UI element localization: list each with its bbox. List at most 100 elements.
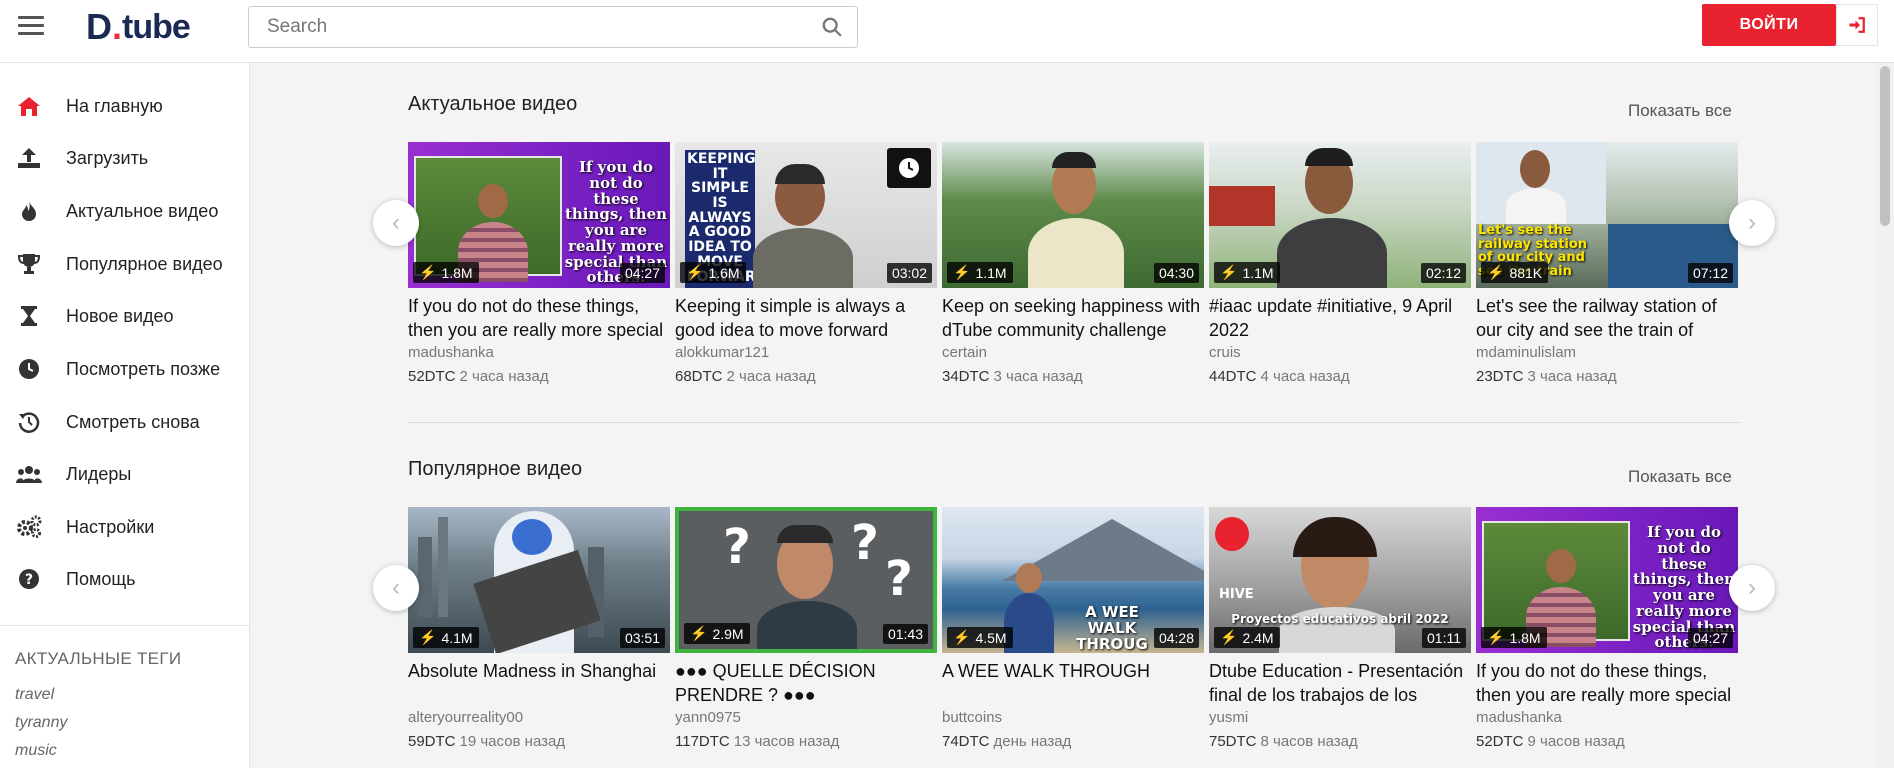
sidebar-item-label: Актуальное видео <box>66 200 219 221</box>
video-thumbnail[interactable]: Let's see the railway station of our cit… <box>1476 142 1738 288</box>
video-card[interactable]: ⚡ 4.1M 03:51 Absolute Madness in Shanghai… <box>408 507 670 750</box>
video-card[interactable]: KEEPING IT SIMPLE IS ALWAYS A GOOD IDEA … <box>675 142 937 385</box>
sidebar-item-home[interactable]: На главную <box>0 81 250 131</box>
video-thumbnail[interactable]: ⚡ 4.1M 03:51 <box>408 507 670 653</box>
carousel-prev-button[interactable]: ‹ <box>373 565 419 611</box>
video-title[interactable]: Keeping it simple is always a good idea … <box>675 294 937 342</box>
sidebar-item-label: Посмотреть позже <box>66 358 221 379</box>
video-title[interactable]: ●●● QUELLE DÉCISION PRENDRE ? ●●● <box>675 659 937 707</box>
sidebar-item-popular[interactable]: Популярное видео <box>0 239 250 289</box>
video-thumbnail[interactable]: ⚡ 1.1M 04:30 <box>942 142 1204 288</box>
menu-icon[interactable] <box>18 16 44 38</box>
video-meta: 52DTC 2 часа назад <box>408 368 670 385</box>
tag-link[interactable]: tyranny <box>15 714 67 732</box>
search-input[interactable] <box>267 7 807 47</box>
section-divider <box>408 422 1741 423</box>
sidebar-divider <box>0 625 250 626</box>
video-author[interactable]: cruis <box>1209 344 1471 366</box>
sidebar-item-trending[interactable]: Актуальное видео <box>0 186 250 236</box>
sidebar-item-new[interactable]: Новое видео <box>0 291 250 341</box>
thumbnail-overlay-text: Proyectos educativos abril 2022 <box>1231 612 1449 626</box>
video-author[interactable]: yusmi <box>1209 709 1471 731</box>
video-author[interactable]: madushanka <box>1476 709 1738 731</box>
video-time: 3 часа назад <box>1527 368 1617 385</box>
video-title[interactable]: Dtube Education - Presentación final de … <box>1209 659 1471 707</box>
clock-icon <box>899 158 919 178</box>
upload-icon <box>16 145 42 171</box>
duration-badge: 07:12 <box>1687 263 1733 283</box>
dtube-logo[interactable]: D. tube <box>86 6 191 48</box>
video-time: 4 часа назад <box>1260 368 1350 385</box>
video-author[interactable]: madushanka <box>408 344 670 366</box>
bolt-icon: ⚡ <box>419 629 437 645</box>
scrollbar-thumb[interactable] <box>1880 66 1890 226</box>
video-title[interactable]: A WEE WALK THROUGH <box>942 659 1204 707</box>
home-icon <box>16 93 42 119</box>
chevron-left-icon: ‹ <box>392 209 400 236</box>
watch-later-button[interactable] <box>887 148 931 188</box>
video-title[interactable]: If you do not do these things, then you … <box>1476 659 1738 707</box>
video-author[interactable]: mdaminulislam <box>1476 344 1738 366</box>
video-card[interactable]: ? ? ? ⚡ 2.9M 01:43 ●●● QUELLE DÉCISION PR… <box>675 507 937 750</box>
video-dtc: 68DTC <box>675 368 723 385</box>
video-card[interactable]: ⚡ 1.1M 04:30 Keep on seeking happiness wi… <box>942 142 1204 385</box>
video-dtc: 34DTC <box>942 368 990 385</box>
video-card[interactable]: If you do not do these things, then you … <box>408 142 670 385</box>
video-author[interactable]: buttcoins <box>942 709 1204 731</box>
video-thumbnail[interactable]: KEEPING IT SIMPLE IS ALWAYS A GOOD IDEA … <box>675 142 937 288</box>
video-card[interactable]: ⚡ 1.1M 02:12 #iaac update #initiative, 9 … <box>1209 142 1471 385</box>
video-card[interactable]: If you do not do these things, then you … <box>1476 507 1738 750</box>
video-meta: 44DTC 4 часа назад <box>1209 368 1471 385</box>
tag-link[interactable]: music <box>15 742 57 760</box>
video-dtc: 59DTC <box>408 733 456 750</box>
carousel-next-button[interactable]: › <box>1729 565 1775 611</box>
carousel-prev-button[interactable]: ‹ <box>373 200 419 246</box>
video-card[interactable]: A WEE WALK THROUG ⚡ 4.5M 04:28 A WEE WALK… <box>942 507 1204 750</box>
tag-link[interactable]: travel <box>15 686 54 704</box>
sidebar-item-history[interactable]: Смотреть снова <box>0 397 250 447</box>
video-author[interactable]: alteryourreality00 <box>408 709 670 731</box>
video-thumbnail[interactable]: HIVE Proyectos educativos abril 2022 ⚡ 2.… <box>1209 507 1471 653</box>
views-badge: ⚡ 1.8M <box>413 262 479 283</box>
sidebar-item-leaders[interactable]: Лидеры <box>0 449 250 499</box>
bolt-icon: ⚡ <box>953 629 971 645</box>
sidebar-item-settings[interactable]: Настройки <box>0 502 250 552</box>
video-title[interactable]: Absolute Madness in Shanghai <box>408 659 670 707</box>
video-thumbnail[interactable]: If you do not do these things, then you … <box>1476 507 1738 653</box>
video-title[interactable]: If you do not do these things, then you … <box>408 294 670 342</box>
gears-icon <box>16 514 42 540</box>
duration-badge: 04:30 <box>1153 263 1199 283</box>
video-title[interactable]: Let's see the railway station of our cit… <box>1476 294 1738 342</box>
video-thumbnail[interactable]: ⚡ 1.1M 02:12 <box>1209 142 1471 288</box>
video-time: 3 часа назад <box>993 368 1083 385</box>
video-title[interactable]: Keep on seeking happiness with dTube com… <box>942 294 1204 342</box>
duration-badge: 01:11 <box>1422 628 1466 648</box>
bolt-icon: ⚡ <box>1487 264 1505 280</box>
sidebar-item-watch-later[interactable]: Посмотреть позже <box>0 344 250 394</box>
video-title[interactable]: #iaac update #initiative, 9 April 2022 <box>1209 294 1471 342</box>
video-author[interactable]: yann0975 <box>675 709 937 731</box>
bolt-icon: ⚡ <box>1220 264 1238 280</box>
video-card[interactable]: HIVE Proyectos educativos abril 2022 ⚡ 2.… <box>1209 507 1471 750</box>
views-badge: ⚡ 4.1M <box>413 627 479 648</box>
help-icon: ? <box>16 566 42 592</box>
video-thumbnail[interactable]: A WEE WALK THROUG ⚡ 4.5M 04:28 <box>942 507 1204 653</box>
sign-in-icon[interactable] <box>1836 4 1878 46</box>
login-button[interactable]: ВОЙТИ <box>1702 4 1836 46</box>
sidebar-item-help[interactable]: ? Помощь <box>0 554 250 604</box>
sidebar: На главную Загрузить Актуальное видео По… <box>0 63 250 768</box>
video-card[interactable]: Let's see the railway station of our cit… <box>1476 142 1738 385</box>
sidebar-item-upload[interactable]: Загрузить <box>0 133 250 183</box>
chevron-left-icon: ‹ <box>392 574 400 601</box>
show-all-trending-link[interactable]: Показать все <box>1628 101 1732 121</box>
search-icon[interactable] <box>821 16 843 38</box>
video-thumbnail[interactable]: ? ? ? ⚡ 2.9M 01:43 <box>675 507 937 653</box>
video-time: 2 часа назад <box>726 368 816 385</box>
video-dtc: 52DTC <box>408 368 456 385</box>
show-all-popular-link[interactable]: Показать все <box>1628 467 1732 487</box>
thumbnail-overlay-text: A WEE WALK THROUG <box>1076 603 1148 653</box>
video-author[interactable]: alokkumar121 <box>675 344 937 366</box>
video-thumbnail[interactable]: If you do not do these things, then you … <box>408 142 670 288</box>
video-author[interactable]: certain <box>942 344 1204 366</box>
carousel-next-button[interactable]: › <box>1729 200 1775 246</box>
